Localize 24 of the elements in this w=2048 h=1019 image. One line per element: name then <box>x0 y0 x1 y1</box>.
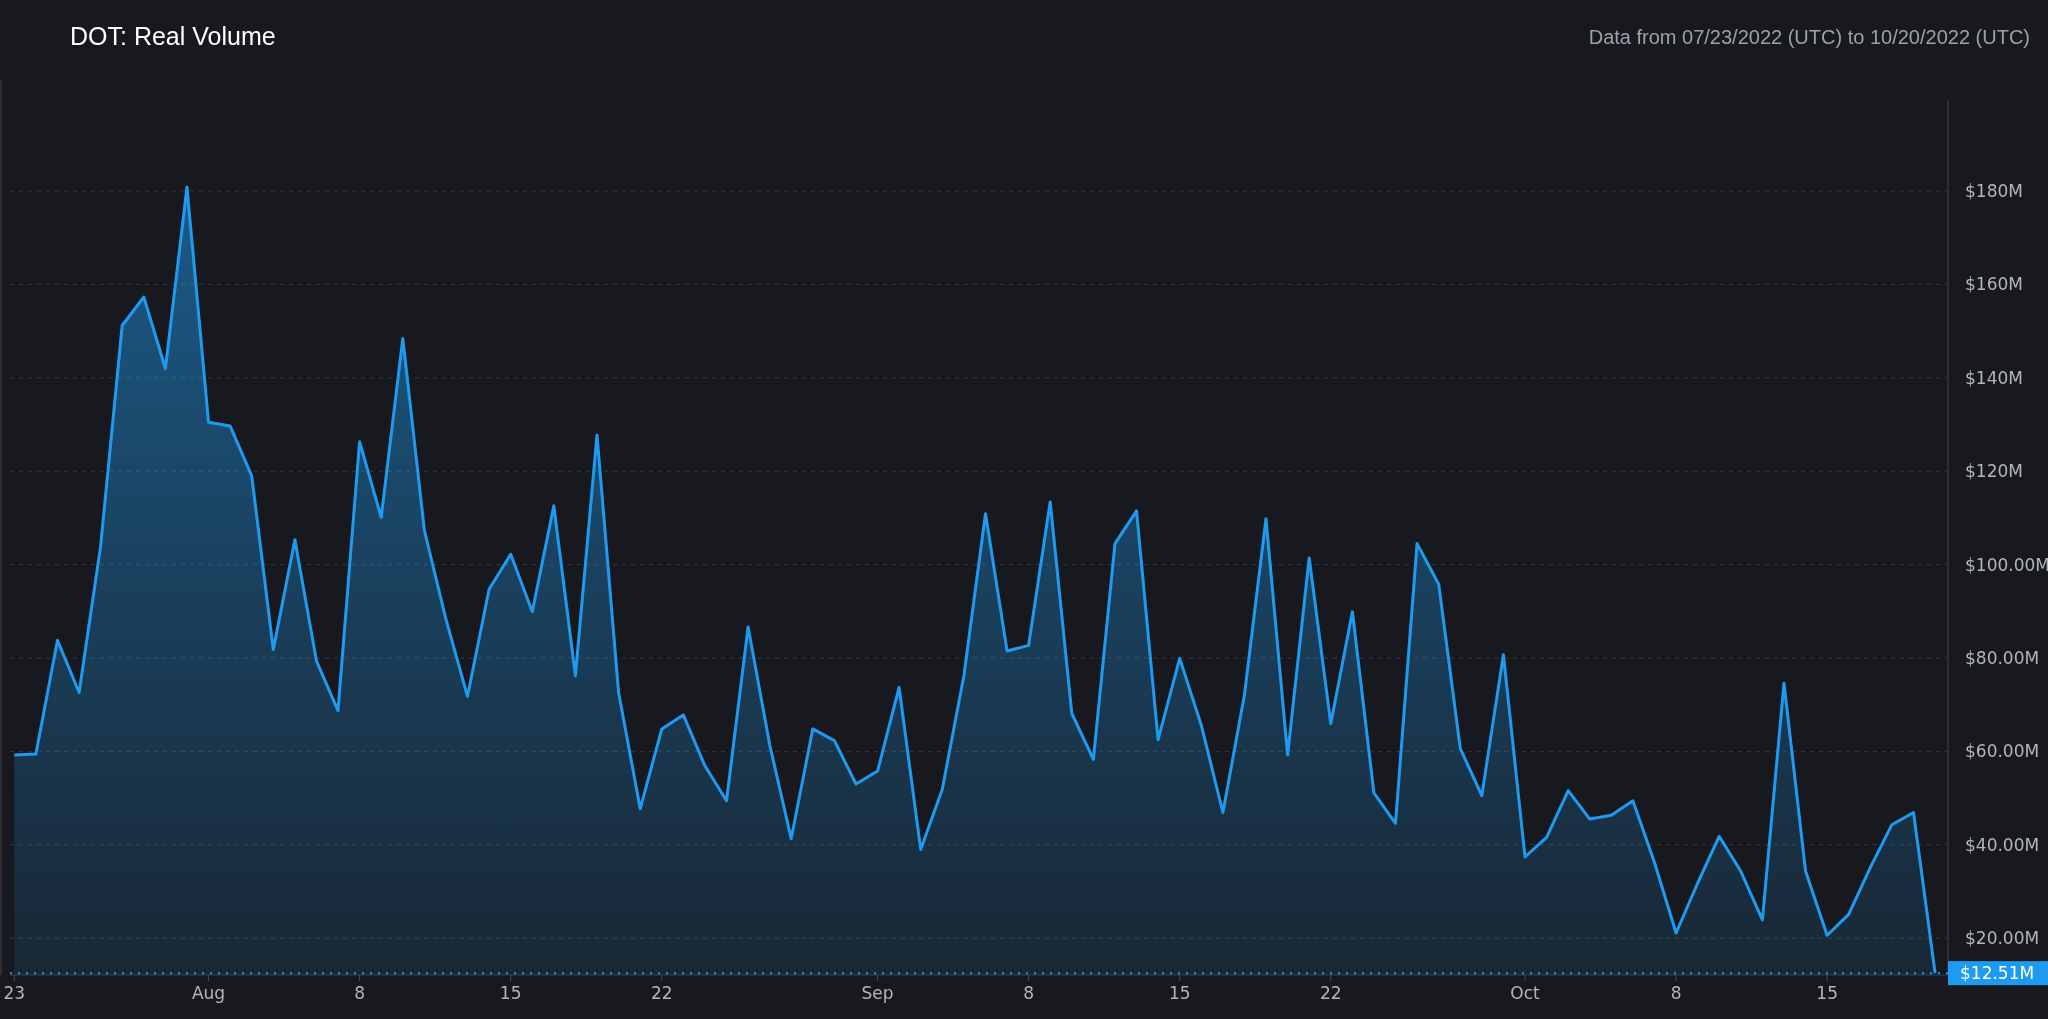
axis-label: 15 <box>499 983 522 1003</box>
axis-label: Aug <box>191 983 226 1003</box>
axis-label: 22 <box>650 983 673 1003</box>
axis-label: 22 <box>1319 983 1342 1003</box>
axis-label: 15 <box>1168 983 1191 1003</box>
axis-label: Oct <box>1510 983 1540 1003</box>
axis-label: $120M <box>1965 461 2023 482</box>
axis-label: $100.00M <box>1965 554 2048 575</box>
axis-label: 8 <box>354 983 366 1003</box>
axis-label: Sep <box>861 983 894 1003</box>
axis-label: 15 <box>1816 983 1838 1003</box>
axis-label: $140M <box>1965 367 2023 388</box>
axis-label: 8 <box>1023 983 1035 1003</box>
axis-label: 23 <box>3 983 26 1003</box>
axis-label: $60.00M <box>1965 741 2040 762</box>
axis-label: 8 <box>1670 983 1682 1003</box>
axis-label: $160M <box>1965 274 2023 295</box>
axis-label: $20.00M <box>1965 928 2040 949</box>
date-range: Data from 07/23/2022 (UTC) to 10/20/2022 (UTC) <box>1588 26 2030 49</box>
axis-label: $180M <box>1965 181 2023 202</box>
price-badge: $12.51M <box>1948 961 2048 986</box>
chart-title: DOT: Real Volume <box>70 22 276 51</box>
axis-label: $40.00M <box>1965 834 2040 855</box>
axis-label: $80.00M <box>1965 647 2040 668</box>
